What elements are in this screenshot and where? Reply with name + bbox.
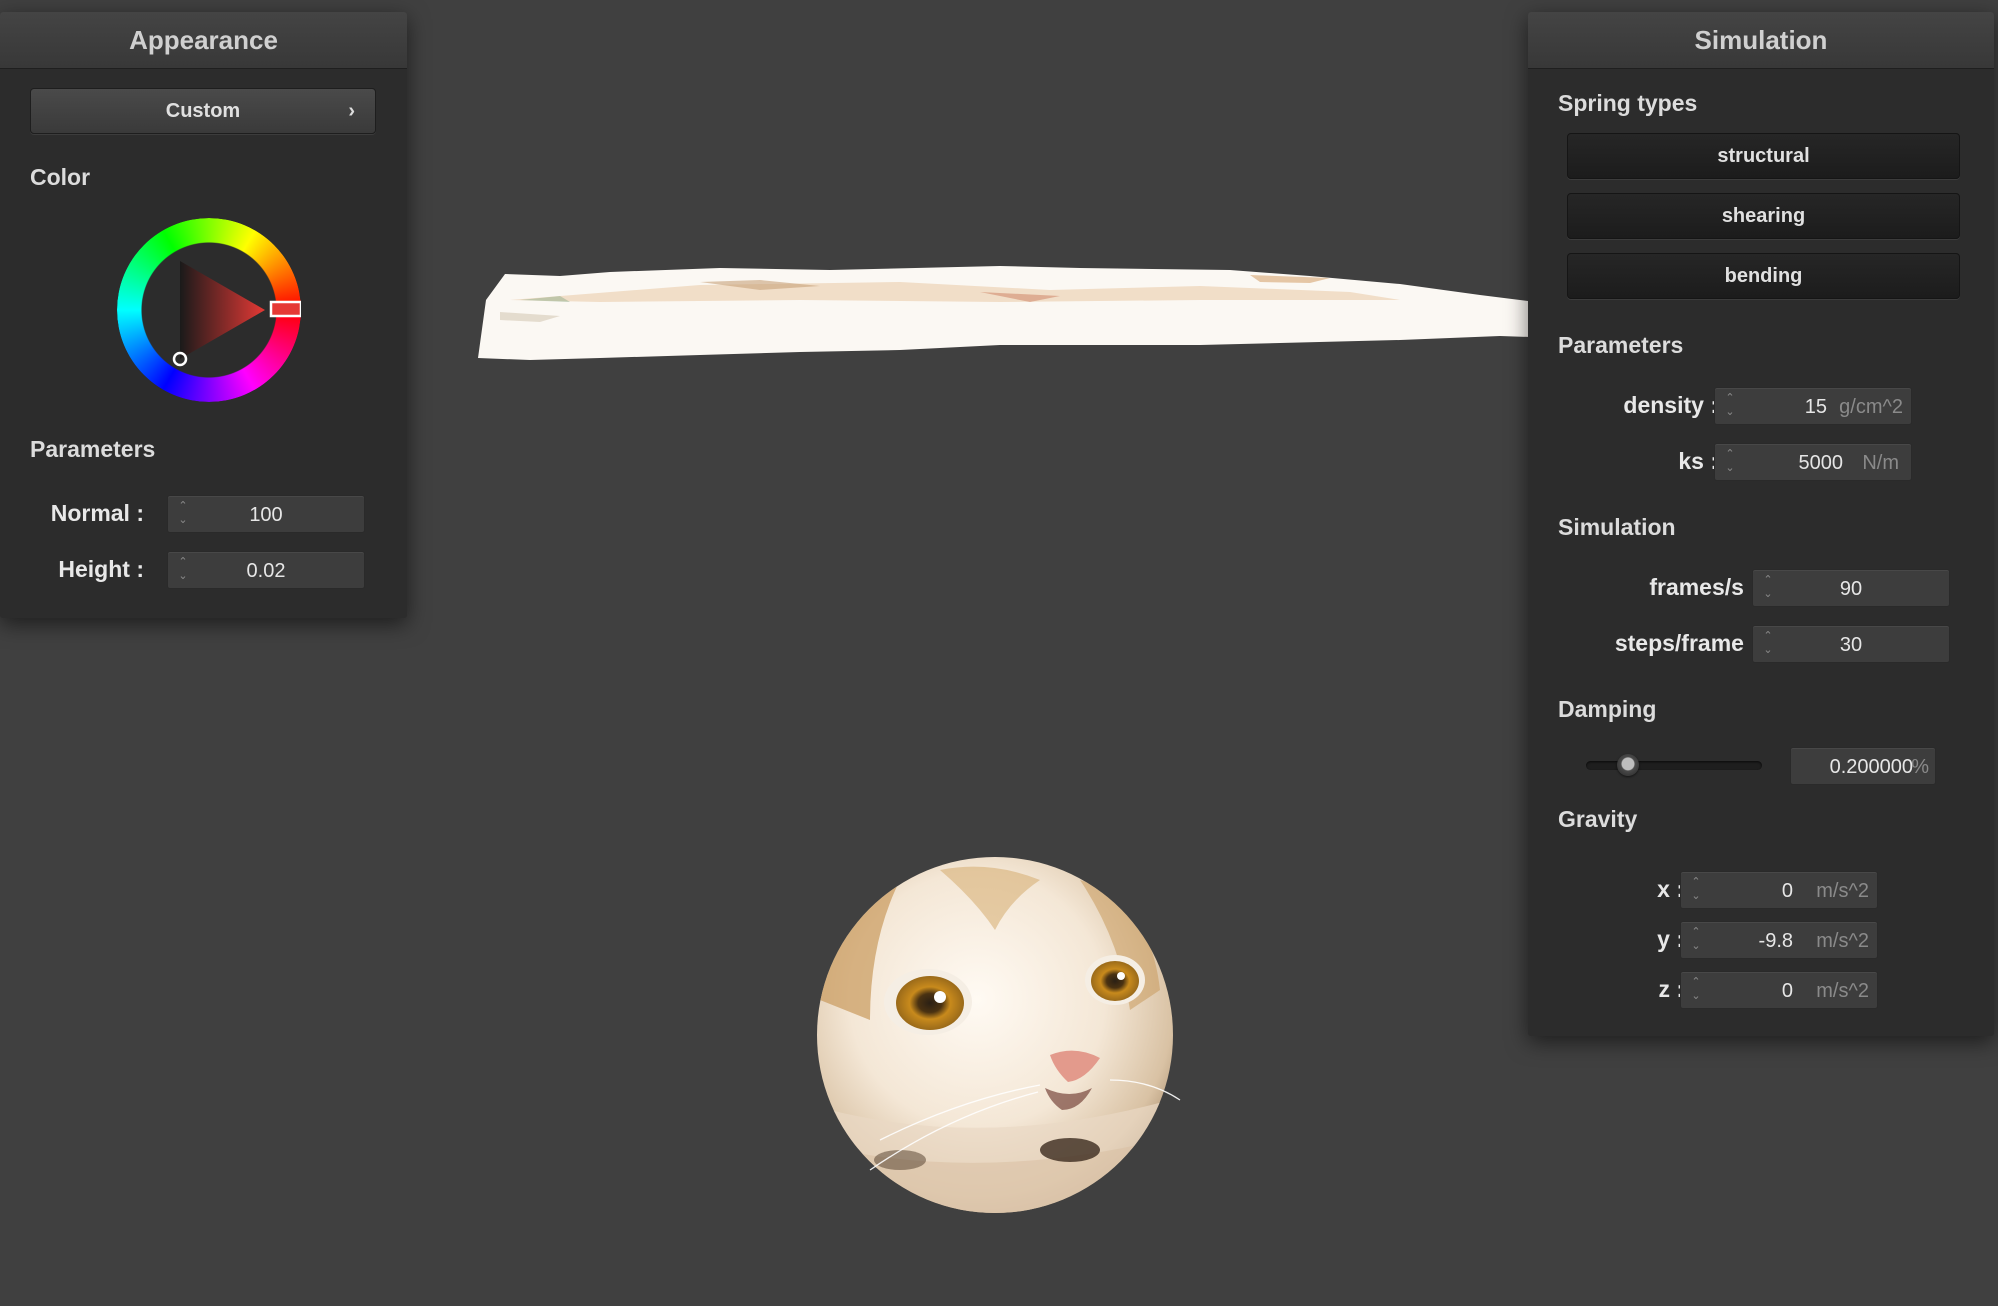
hue-selector-handle[interactable]: [269, 300, 301, 318]
spin-arrows-icon[interactable]: ⌃ ⌄: [1689, 925, 1703, 955]
gravity-y-label: y :: [1657, 926, 1684, 952]
ks-value: 5000: [1798, 452, 1844, 474]
steps-per-frame-label: steps/frame :: [1614, 630, 1758, 656]
structural-spring-button[interactable]: structural: [1567, 133, 1960, 179]
frames-per-second-value: 90: [1839, 578, 1863, 600]
density-input[interactable]: ⌃ ⌄ 15 g/cm^2: [1714, 387, 1912, 425]
height-value: 0.02: [246, 560, 286, 582]
shearing-spring-button[interactable]: shearing: [1567, 193, 1960, 239]
spin-arrows-icon[interactable]: ⌃ ⌄: [1689, 975, 1703, 1005]
cloth-mesh: [478, 266, 1690, 360]
ks-label: ks :: [1678, 448, 1718, 474]
simulation-parameters-label: Parameters: [1558, 332, 1684, 358]
textured-sphere: [817, 857, 1181, 1213]
gravity-z-value: 0: [1781, 980, 1793, 1002]
simulation-panel-title: Simulation: [1528, 12, 1994, 69]
shearing-spring-label: shearing: [1721, 205, 1806, 227]
density-label: density :: [1623, 392, 1718, 418]
steps-per-frame-input[interactable]: ⌃ ⌄ 30: [1752, 625, 1950, 663]
saturation-triangle[interactable]: [180, 261, 265, 359]
spring-types-label: Spring types: [1558, 90, 1698, 116]
damping-slider-track[interactable]: [1586, 761, 1762, 770]
density-value: 15: [1804, 396, 1827, 418]
bending-spring-button[interactable]: bending: [1567, 253, 1960, 299]
ks-input[interactable]: ⌃ ⌄ 5000 N/m: [1714, 443, 1912, 481]
height-label: Height :: [58, 556, 144, 582]
gravity-z-unit: m/s^2: [1816, 980, 1869, 1002]
gravity-z-input[interactable]: ⌃ ⌄ 0 m/s^2: [1680, 971, 1878, 1009]
gravity-label: Gravity: [1558, 806, 1638, 832]
damping-slider-thumb[interactable]: [1617, 754, 1639, 776]
normal-label: Normal :: [50, 500, 144, 526]
density-unit: g/cm^2: [1839, 396, 1903, 418]
damping-value-box[interactable]: 0.200000 %: [1790, 747, 1936, 785]
normal-value: 100: [249, 504, 283, 526]
color-section-label: Color: [30, 164, 91, 190]
gravity-x-input[interactable]: ⌃ ⌄ 0 m/s^2: [1680, 871, 1878, 909]
frames-per-second-input[interactable]: ⌃ ⌄ 90: [1752, 569, 1950, 607]
appearance-panel: Appearance Custom › Color Parameters Nor…: [0, 12, 407, 618]
spin-arrows-icon[interactable]: ⌃ ⌄: [1723, 391, 1737, 421]
spin-arrows-icon[interactable]: ⌃ ⌄: [1723, 447, 1737, 477]
spin-arrows-icon[interactable]: ⌃ ⌄: [1689, 875, 1703, 905]
gravity-x-value: 0: [1781, 880, 1793, 902]
gravity-y-input[interactable]: ⌃ ⌄ -9.8 m/s^2: [1680, 921, 1878, 959]
color-wheel[interactable]: [117, 218, 301, 402]
height-input[interactable]: ⌃ ⌄ 0.02: [167, 551, 365, 589]
simulation-section-label: Simulation: [1558, 514, 1676, 540]
structural-spring-label: structural: [1717, 145, 1810, 167]
gravity-y-value: -9.8: [1758, 930, 1793, 952]
appearance-panel-title: Appearance: [0, 12, 407, 69]
damping-slider[interactable]: [1586, 750, 1762, 780]
damping-unit: %: [1911, 756, 1929, 778]
simulation-panel: Simulation Spring types structural shear…: [1528, 12, 1994, 1036]
gravity-y-unit: m/s^2: [1816, 930, 1869, 952]
gravity-z-label: z :: [1658, 976, 1684, 1002]
frames-per-second-label: frames/s :: [1649, 574, 1758, 600]
damping-value: 0.200000: [1829, 756, 1913, 778]
bending-spring-label: bending: [1724, 265, 1803, 287]
ks-unit: N/m: [1862, 452, 1899, 474]
normal-input[interactable]: ⌃ ⌄ 100: [167, 495, 365, 533]
gravity-x-label: x :: [1657, 876, 1684, 902]
appearance-preset-label: Custom: [165, 100, 241, 122]
damping-label: Damping: [1558, 696, 1657, 722]
appearance-preset-button[interactable]: Custom ›: [30, 88, 376, 134]
appearance-parameters-label: Parameters: [30, 436, 156, 462]
gravity-x-unit: m/s^2: [1816, 880, 1869, 902]
steps-per-frame-value: 30: [1839, 634, 1863, 656]
chevron-right-icon: ›: [348, 100, 355, 122]
